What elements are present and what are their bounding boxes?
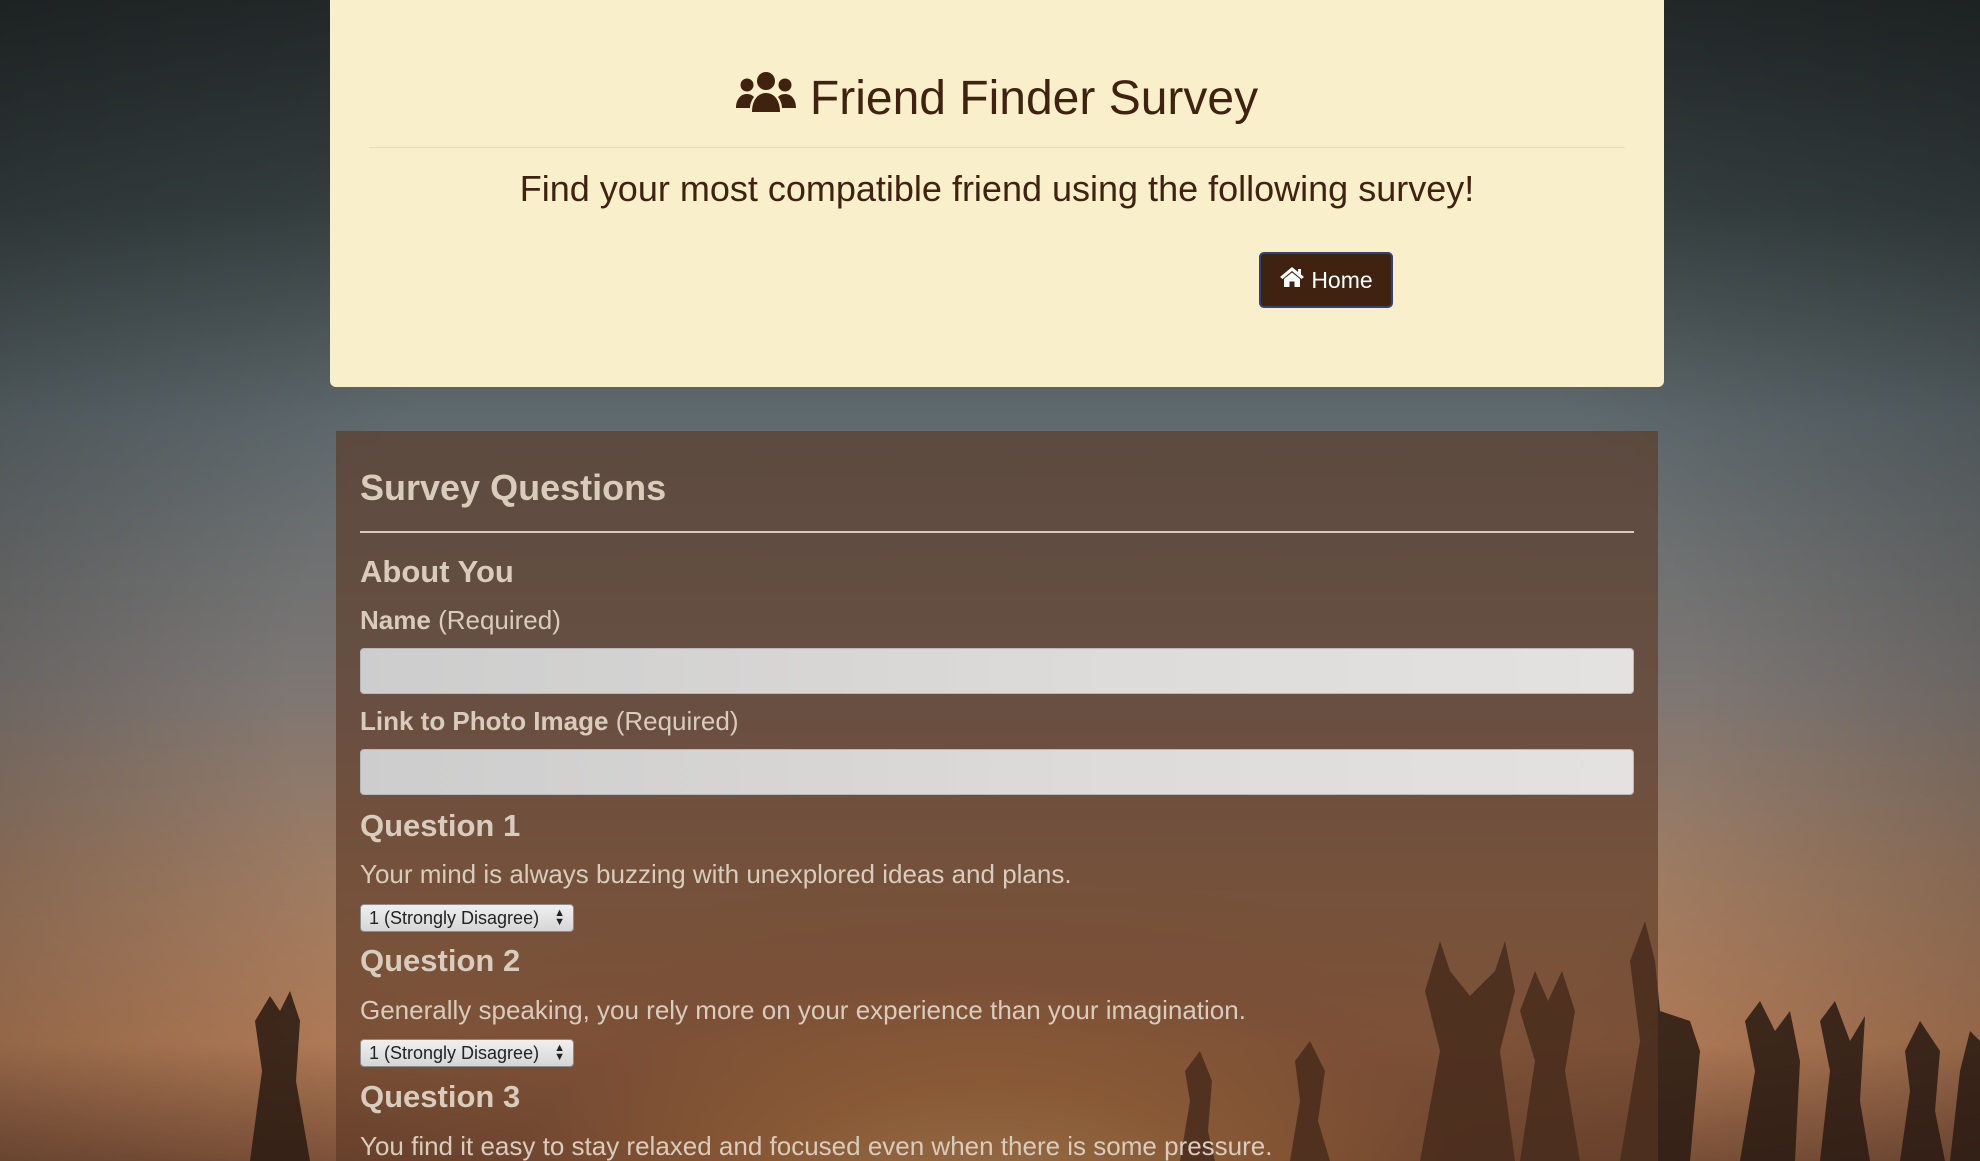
name-required-note: (Required) (438, 605, 561, 635)
name-input[interactable] (360, 648, 1634, 694)
home-icon (1279, 266, 1305, 294)
question-1-title: Question 1 (360, 808, 521, 843)
photo-required-note: (Required) (615, 706, 739, 736)
home-button[interactable]: Home (1259, 252, 1393, 308)
home-button-label: Home (1311, 266, 1373, 293)
users-icon (735, 70, 796, 126)
question-3-text: You find it easy to stay relaxed and foc… (360, 1131, 1273, 1161)
page-title-text: Friend Finder Survey (809, 71, 1259, 125)
question-2-text: Generally speaking, you rely more on you… (360, 995, 1246, 1025)
question-2-selected-value: 1 (Strongly Disagree) (369, 1042, 540, 1063)
chevron-up-down-icon: ▲ ▼ (554, 1042, 565, 1063)
question-1-selected-value: 1 (Strongly Disagree) (369, 907, 540, 928)
question-2-select[interactable]: 1 (Strongly Disagree) ▲ ▼ (360, 1039, 574, 1067)
page-title: Friend Finder Survey (330, 70, 1664, 126)
chevron-up-down-icon: ▲ ▼ (554, 907, 565, 928)
question-1-text: Your mind is always buzzing with unexplo… (360, 859, 1072, 889)
page-subtitle: Find your most compatible friend using t… (519, 168, 1475, 209)
photo-label: Link to Photo Image (Required) (360, 706, 739, 737)
header-jumbotron: Friend Finder Survey Find your most comp… (330, 0, 1664, 387)
name-label-text: Name (360, 605, 431, 635)
photo-label-text: Link to Photo Image (360, 706, 609, 736)
name-label: Name (Required) (360, 605, 561, 636)
survey-heading: Survey Questions (360, 467, 667, 508)
survey-divider (360, 531, 1634, 533)
question-1-select[interactable]: 1 (Strongly Disagree) ▲ ▼ (360, 904, 574, 932)
question-2-title: Question 2 (360, 943, 521, 978)
survey-panel: Survey Questions About You Name (Require… (336, 431, 1658, 1161)
photo-link-input[interactable] (360, 749, 1634, 795)
header-divider (369, 147, 1625, 148)
about-you-heading: About You (360, 554, 514, 589)
question-3-title: Question 3 (360, 1079, 521, 1114)
